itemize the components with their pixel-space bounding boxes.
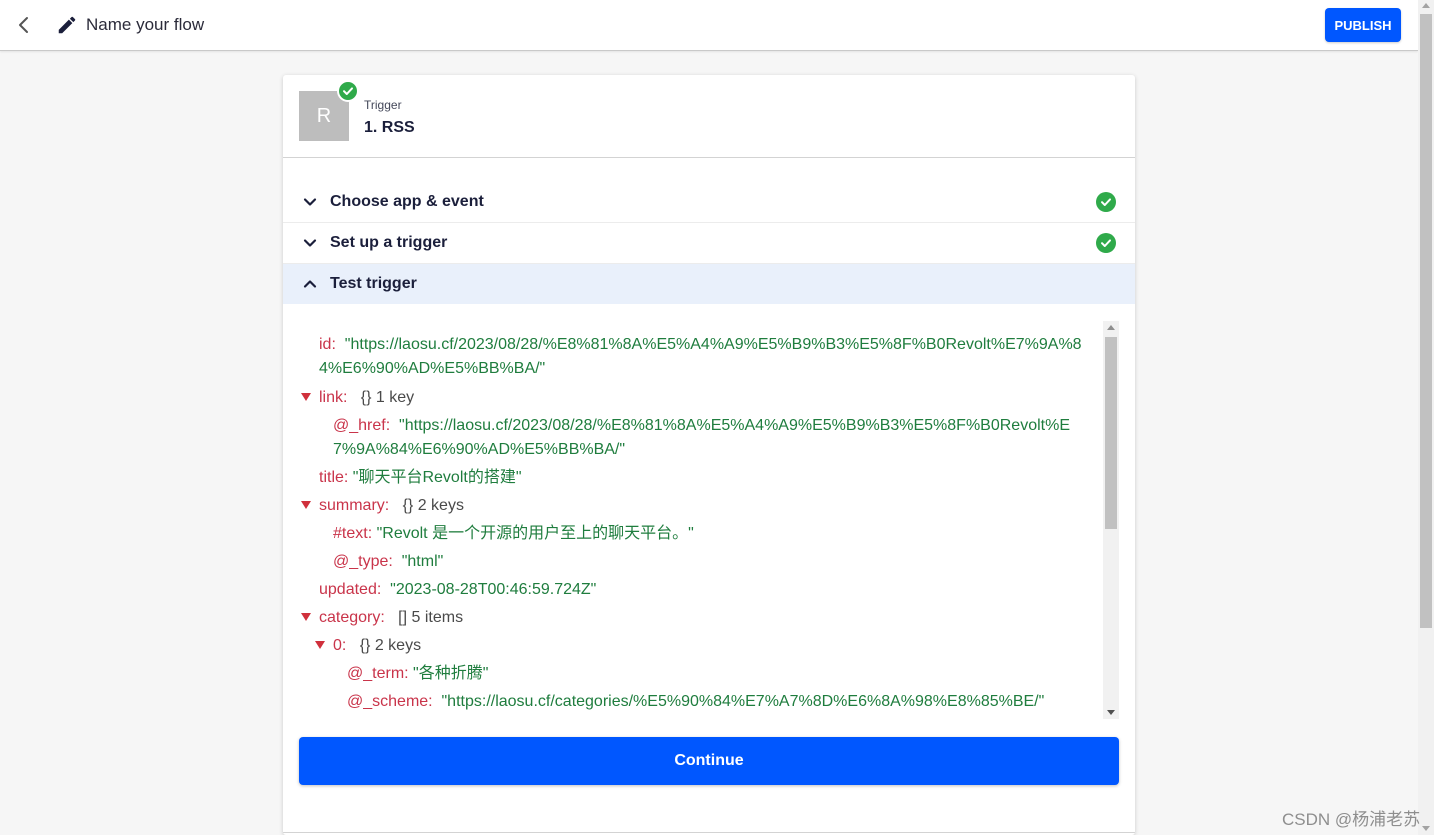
trigger-card: R Trigger 1. RSS Choose app & event Set …: [283, 75, 1135, 835]
page-scrollbar[interactable]: [1418, 0, 1434, 835]
chevron-up-icon: [303, 277, 317, 291]
json-value: "https://laosu.cf/categories/%E5%90%84%E…: [441, 693, 1045, 710]
section-label: Test trigger: [330, 275, 417, 292]
json-field-term: @_term: "各种折腾": [347, 662, 488, 686]
section-label: Choose app & event: [330, 193, 484, 210]
json-key: 0:: [333, 637, 347, 654]
expand-triangle-icon[interactable]: [315, 641, 325, 649]
chevron-down-icon: [303, 236, 317, 250]
continue-button[interactable]: Continue: [299, 737, 1119, 785]
json-field-category[interactable]: category: [] 5 items: [301, 606, 463, 630]
trigger-header[interactable]: R Trigger 1. RSS: [283, 75, 1135, 158]
json-key: updated:: [319, 581, 382, 598]
json-key: title:: [319, 469, 349, 486]
data-viewer-scrollbar[interactable]: [1103, 321, 1119, 719]
json-value: "聊天平台Revolt的搭建": [352, 469, 522, 486]
json-meta: {} 2 keys: [402, 497, 464, 514]
json-field-id: id: "https://laosu.cf/2023/08/28/%E8%81%…: [319, 333, 1099, 381]
chevron-down-icon: [303, 195, 317, 209]
json-value: "https://laosu.cf/2023/08/28/%E8%81%8A%E…: [319, 336, 1082, 377]
section-test-trigger[interactable]: Test trigger: [283, 264, 1135, 304]
publish-button[interactable]: PUBLISH: [1325, 8, 1401, 42]
json-meta: {} 2 keys: [359, 637, 422, 654]
json-field-category-0[interactable]: 0: {} 2 keys: [315, 634, 421, 658]
json-key: @_scheme:: [347, 693, 433, 710]
json-field-scheme: @_scheme: "https://laosu.cf/categories/%…: [347, 690, 1044, 714]
json-value: "html": [401, 553, 444, 570]
test-data-viewer[interactable]: id: "https://laosu.cf/2023/08/28/%E8%81%…: [299, 321, 1119, 721]
trigger-kicker: Trigger: [364, 98, 402, 112]
json-value: "Revolt 是一个开源的用户至上的聊天平台。": [376, 525, 694, 542]
json-key: category:: [319, 609, 385, 626]
page-scroll-thumb[interactable]: [1420, 14, 1432, 628]
card-divider: [283, 832, 1135, 833]
pencil-icon[interactable]: [56, 14, 78, 36]
expand-triangle-icon[interactable]: [301, 613, 311, 621]
back-arrow-icon[interactable]: [12, 13, 36, 37]
json-field-link[interactable]: link: {} 1 key: [301, 386, 414, 410]
scroll-down-arrow-icon[interactable]: [1422, 826, 1430, 831]
json-value: "2023-08-28T00:46:59.724Z": [390, 581, 597, 598]
watermark-text: CSDN @杨浦老苏: [1282, 810, 1421, 829]
expand-triangle-icon[interactable]: [301, 501, 311, 509]
section-label: Set up a trigger: [330, 234, 448, 251]
scroll-up-arrow-icon[interactable]: [1107, 325, 1115, 330]
trigger-title: 1. RSS: [364, 119, 415, 136]
expand-triangle-icon[interactable]: [301, 393, 311, 401]
json-value: "https://laosu.cf/2023/08/28/%E8%81%8A%E…: [333, 417, 1070, 458]
json-field-summary[interactable]: summary: {} 2 keys: [301, 494, 464, 518]
check-circle-icon: [1096, 233, 1116, 253]
flow-name-input[interactable]: Name your flow: [86, 15, 204, 35]
json-meta: [] 5 items: [398, 609, 464, 626]
json-field-text: #text: "Revolt 是一个开源的用户至上的聊天平台。": [333, 522, 694, 546]
json-key: @_type:: [333, 553, 393, 570]
json-meta: {} 1 key: [360, 389, 415, 406]
json-key: @_href:: [333, 417, 391, 434]
json-key: @_term:: [347, 665, 409, 682]
json-key: #text:: [333, 525, 373, 542]
json-value: "各种折腾": [413, 665, 489, 682]
json-field-type: @_type: "html": [333, 550, 443, 574]
data-viewer-scroll-thumb[interactable]: [1105, 337, 1117, 529]
scroll-up-arrow-icon[interactable]: [1422, 3, 1430, 8]
scroll-down-arrow-icon[interactable]: [1107, 710, 1115, 715]
json-field-href: @_href: "https://laosu.cf/2023/08/28/%E8…: [333, 414, 1085, 462]
json-field-updated: updated: "2023-08-28T00:46:59.724Z": [319, 578, 596, 602]
section-choose-app-event[interactable]: Choose app & event: [283, 182, 1135, 223]
top-bar: Name your flow PUBLISH: [0, 0, 1418, 51]
check-circle-icon: [1096, 192, 1116, 212]
json-field-title: title: "聊天平台Revolt的搭建": [319, 466, 522, 490]
json-key: id:: [319, 336, 336, 353]
section-set-up-trigger[interactable]: Set up a trigger: [283, 223, 1135, 264]
json-key: summary:: [319, 497, 390, 514]
check-badge-icon: [337, 80, 359, 102]
json-key: link:: [319, 389, 348, 406]
